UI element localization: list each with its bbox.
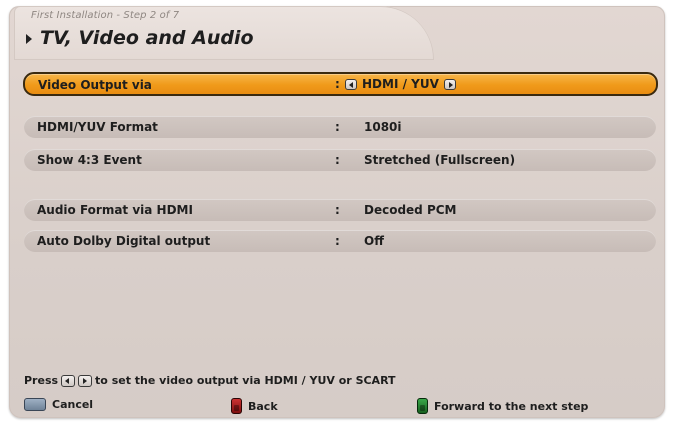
setting-colon: : (335, 77, 340, 91)
setting-colon: : (335, 203, 340, 217)
cancel-key-icon (24, 398, 46, 411)
triangle-right-icon (26, 34, 32, 44)
setting-value: Off (364, 234, 384, 248)
setting-row-show-43[interactable]: Show 4:3 Event : Stretched (Fullscreen) (24, 149, 656, 171)
green-key-icon (417, 398, 428, 414)
setting-label: HDMI/YUV Format (37, 120, 158, 134)
title-row: TV, Video and Audio (26, 27, 254, 49)
setting-row-auto-dolby[interactable]: Auto Dolby Digital output : Off (24, 230, 656, 252)
back-label: Back (248, 399, 278, 413)
forward-button[interactable]: Forward to the next step (417, 398, 588, 414)
setting-row-audio-format[interactable]: Audio Format via HDMI : Decoded PCM (24, 199, 656, 221)
setting-label: Auto Dolby Digital output (37, 234, 211, 248)
red-key-icon (231, 398, 242, 414)
setting-value: HDMI / YUV (362, 77, 439, 91)
setting-colon: : (335, 120, 340, 134)
arrow-right-key-icon[interactable] (443, 78, 456, 90)
hint-suffix: to set the video output via HDMI / YUV o… (95, 374, 396, 387)
setting-value: 1080i (364, 120, 402, 134)
hint-prefix: Press (24, 374, 59, 387)
arrow-left-key-icon (61, 374, 76, 387)
forward-label: Forward to the next step (434, 399, 589, 413)
cancel-label: Cancel (52, 398, 94, 411)
setting-value-selector[interactable]: HDMI / YUV (345, 77, 456, 91)
setting-colon: : (335, 234, 340, 248)
setting-row-hdmi-format[interactable]: HDMI/YUV Format : 1080i (24, 116, 656, 138)
arrow-right-key-icon (78, 374, 93, 387)
step-indicator: First Installation - Step 2 of 7 (31, 10, 180, 21)
back-button[interactable]: Back (231, 398, 278, 414)
setting-value: Decoded PCM (364, 203, 457, 217)
setting-label: Audio Format via HDMI (37, 203, 193, 217)
setting-value: Stretched (Fullscreen) (364, 153, 516, 167)
setting-colon: : (335, 153, 340, 167)
help-hint: Press to set the video output via HDMI /… (24, 374, 396, 387)
arrow-left-key-icon[interactable] (345, 78, 357, 90)
cancel-button[interactable]: Cancel (24, 398, 93, 411)
setting-row-video-output[interactable]: Video Output via : HDMI / YUV (23, 72, 658, 96)
setting-label: Video Output via (38, 78, 152, 92)
page-title: TV, Video and Audio (40, 27, 254, 49)
setting-label: Show 4:3 Event (37, 153, 142, 167)
